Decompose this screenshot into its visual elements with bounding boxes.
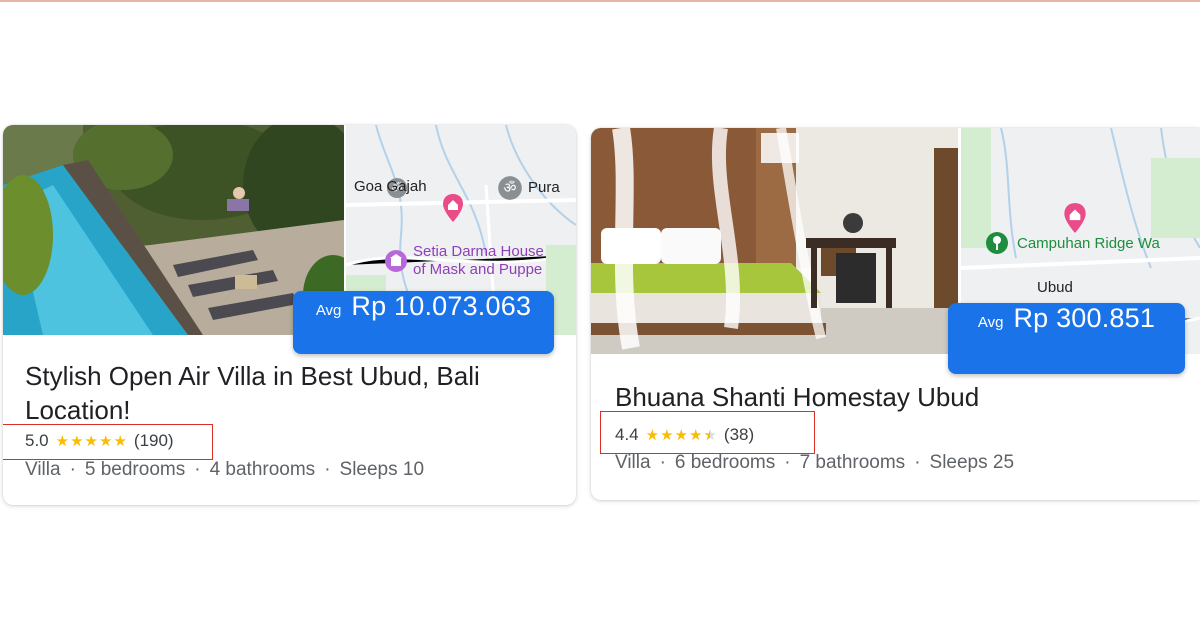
property-type: Villa: [25, 459, 61, 480]
review-count: (190): [133, 431, 174, 450]
home-pin-icon: [1063, 202, 1087, 238]
price-pill[interactable]: Avg Rp 10.073.063: [293, 291, 554, 354]
listing-title[interactable]: Stylish Open Air Villa in Best Ubud, Bal…: [25, 359, 555, 427]
bathrooms: 7 bathrooms: [799, 452, 906, 473]
star-icon: ★: [689, 427, 703, 444]
listing-photo[interactable]: [591, 128, 958, 354]
map-label-setia-darma-1: Setia Darma House: [413, 243, 544, 260]
rating-value: 4.4: [615, 425, 639, 444]
star-rating: ★ ★ ★ ★ ★: [56, 432, 127, 450]
listing-card-2[interactable]: Campuhan Ridge Wa Ubud Avg Rp 300.851 Bh…: [591, 128, 1200, 500]
map-label-ubud: Ubud: [1037, 279, 1073, 296]
map-label-pura: Pura: [528, 179, 560, 196]
bedrooms: 5 bedrooms: [84, 459, 186, 480]
sleeps: Sleeps 25: [929, 452, 1015, 473]
price-prefix: Avg: [315, 302, 342, 319]
star-icon: ★: [645, 427, 660, 444]
star-icon: ★: [113, 433, 127, 450]
review-count: (38): [723, 425, 755, 444]
star-icon: ★: [70, 433, 84, 450]
map-label-goa-gajah: Goa Gajah: [354, 178, 427, 195]
price-amount: Rp 300.851: [1013, 303, 1156, 333]
price-amount: Rp 10.073.063: [351, 291, 532, 321]
star-icon: ★: [55, 433, 70, 450]
map-label-campuhan-ridge: Campuhan Ridge Wa: [1017, 235, 1160, 252]
top-divider: [0, 0, 1200, 2]
star-rating: ★ ★ ★ ★ ★: [646, 426, 717, 444]
sleeps: Sleeps 10: [339, 459, 425, 480]
price-pill[interactable]: Avg Rp 300.851: [948, 303, 1185, 374]
rating-row[interactable]: 5.0 ★ ★ ★ ★ ★ (190): [25, 431, 174, 451]
star-icon: ★: [99, 433, 113, 450]
map-label-setia-darma-2: of Mask and Puppe: [413, 261, 543, 278]
listing-details: Villa · 6 bedrooms · 7 bathrooms · Sleep…: [615, 452, 1015, 473]
star-icon: ★: [660, 427, 674, 444]
rating-value: 5.0: [25, 431, 49, 450]
svg-text:ॐ: ॐ: [504, 181, 517, 197]
star-icon: ★: [84, 433, 98, 450]
half-star-icon: ★: [703, 426, 716, 444]
home-pin-icon: [442, 193, 464, 227]
bedroom-photo: [591, 128, 958, 354]
star-icon: ★: [674, 427, 688, 444]
park-icon: [985, 231, 1009, 259]
bathrooms: 4 bathrooms: [209, 459, 316, 480]
temple-icon: ॐ: [497, 175, 523, 205]
listing-card-1[interactable]: ॐ Goa Gajah ॐ Pura Setia Darma House of …: [3, 125, 576, 505]
listing-title[interactable]: Bhuana Shanti Homestay Ubud: [615, 380, 1175, 414]
rating-row[interactable]: 4.4 ★ ★ ★ ★ ★ (38): [615, 425, 754, 445]
price-prefix: Avg: [977, 314, 1004, 331]
bedrooms: 6 bedrooms: [674, 452, 776, 473]
property-type: Villa: [615, 452, 651, 473]
listing-details: Villa · 5 bedrooms · 4 bathrooms · Sleep…: [25, 459, 425, 480]
museum-icon: [384, 249, 408, 277]
